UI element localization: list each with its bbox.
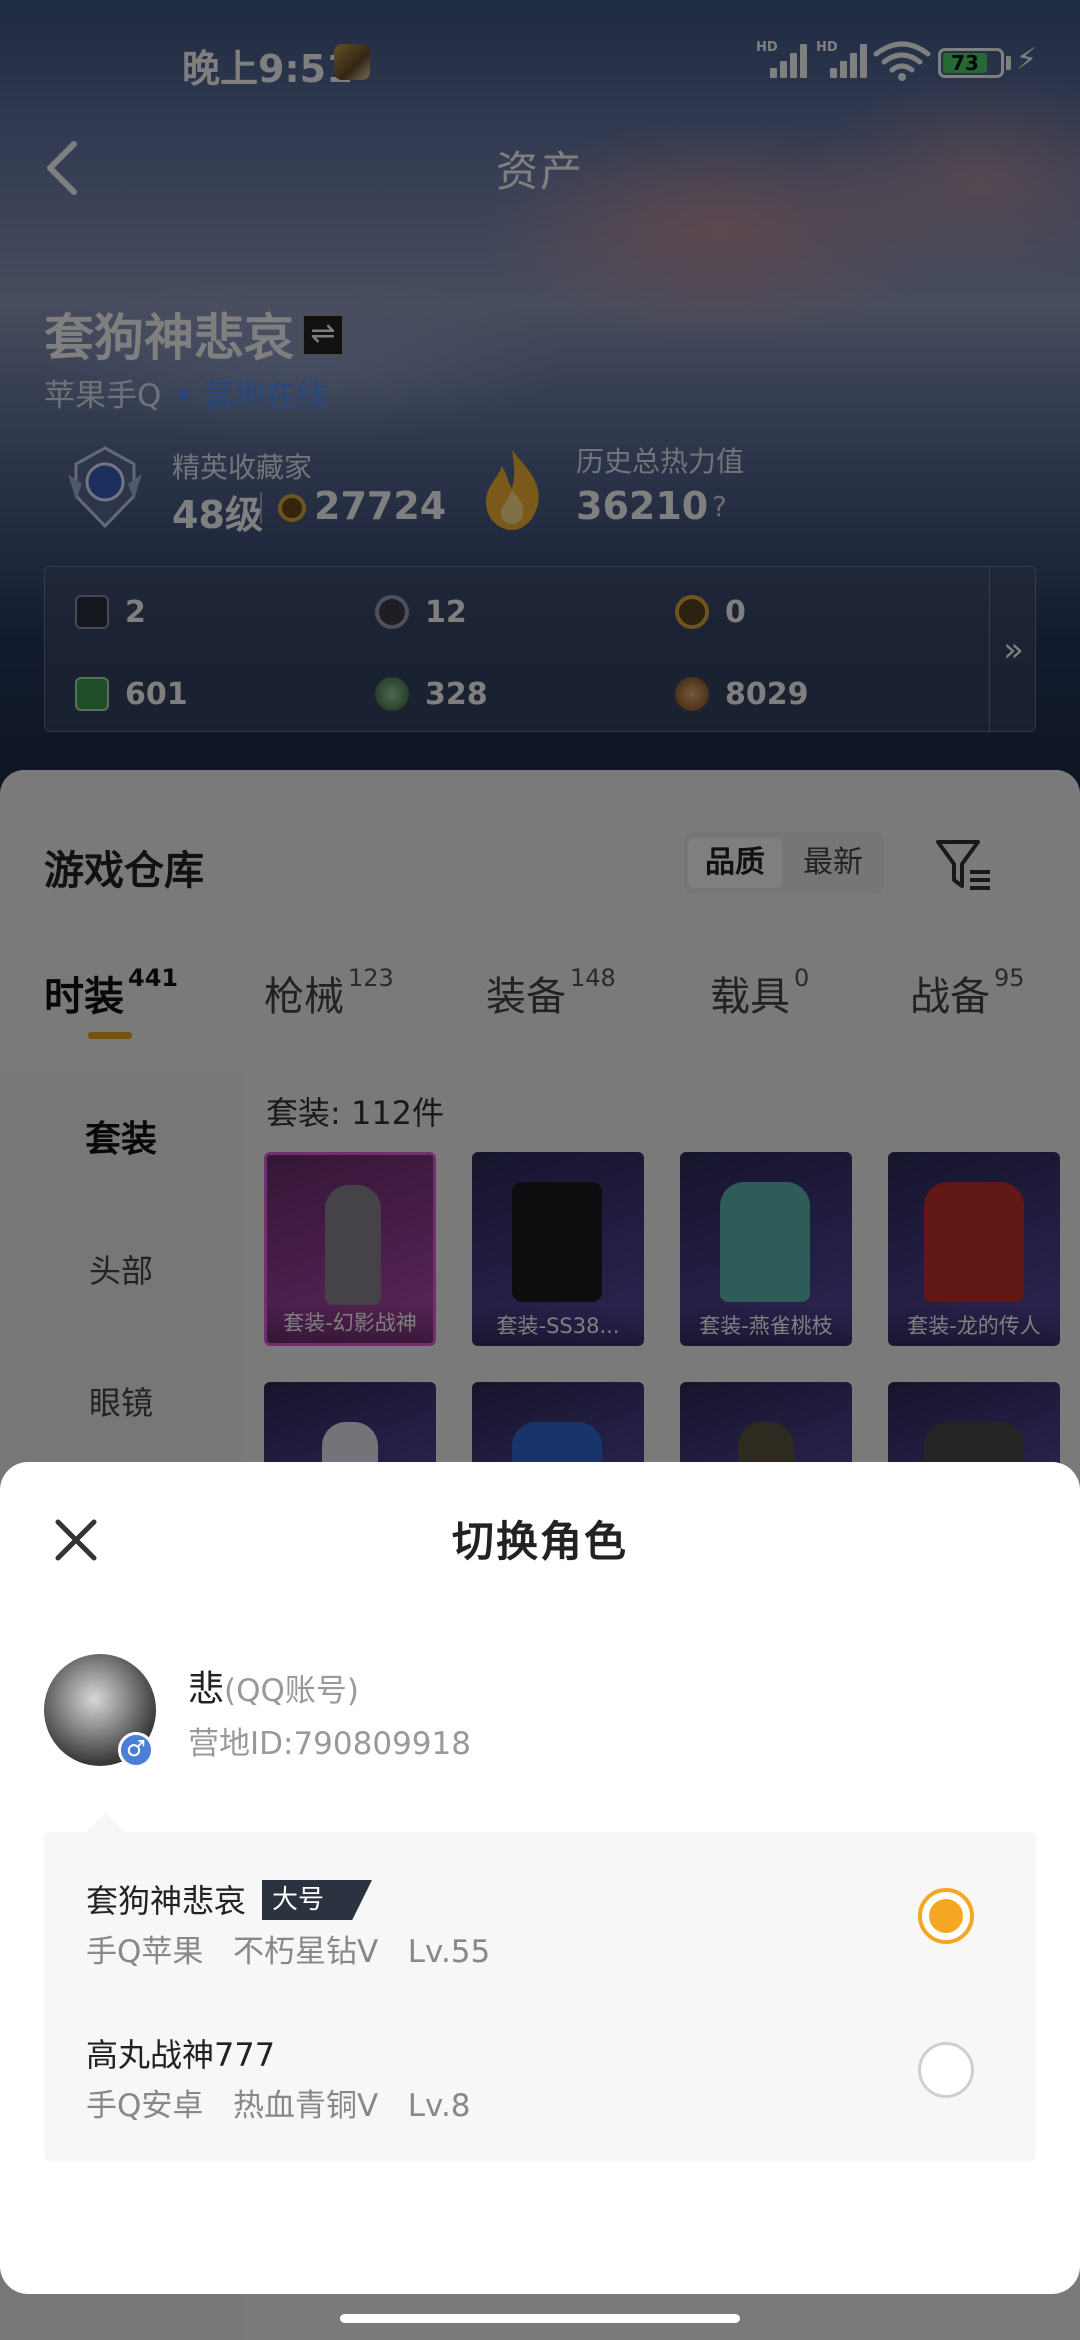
role-name: 高丸战神777 bbox=[86, 2036, 276, 2074]
role-item[interactable]: 套狗神悲哀 大号 手Q苹果 不朽星钻V Lv.55 bbox=[44, 1838, 1036, 1988]
camp-id: 营地ID:790809918 bbox=[188, 1726, 471, 1762]
role-info: 手Q苹果 不朽星钻V Lv.55 bbox=[86, 1934, 491, 1970]
account-type: (QQ账号) bbox=[224, 1673, 360, 1709]
home-indicator[interactable] bbox=[340, 2314, 740, 2323]
role-radio-selected[interactable] bbox=[918, 1888, 974, 1944]
switch-role-sheet: 切换角色 ♂ 悲(QQ账号) 营地ID:790809918 套狗神悲哀 大号 手… bbox=[0, 1462, 1080, 2294]
main-account-badge: 大号 bbox=[262, 1880, 373, 1920]
role-list: 套狗神悲哀 大号 手Q苹果 不朽星钻V Lv.55 高丸战神777 手Q安卓 热… bbox=[44, 1812, 1036, 2162]
user-name: 悲(QQ账号) bbox=[188, 1660, 359, 1712]
role-item[interactable]: 高丸战神777 手Q安卓 热血青铜V Lv.8 bbox=[44, 1992, 1036, 2142]
role-name: 套狗神悲哀 bbox=[86, 1882, 247, 1920]
role-info: 手Q安卓 热血青铜V Lv.8 bbox=[86, 2088, 471, 2124]
user-name-text: 悲 bbox=[188, 1669, 225, 1710]
role-radio[interactable] bbox=[918, 2042, 974, 2098]
male-icon: ♂ bbox=[118, 1732, 154, 1768]
sheet-title: 切换角色 bbox=[451, 1517, 628, 1566]
